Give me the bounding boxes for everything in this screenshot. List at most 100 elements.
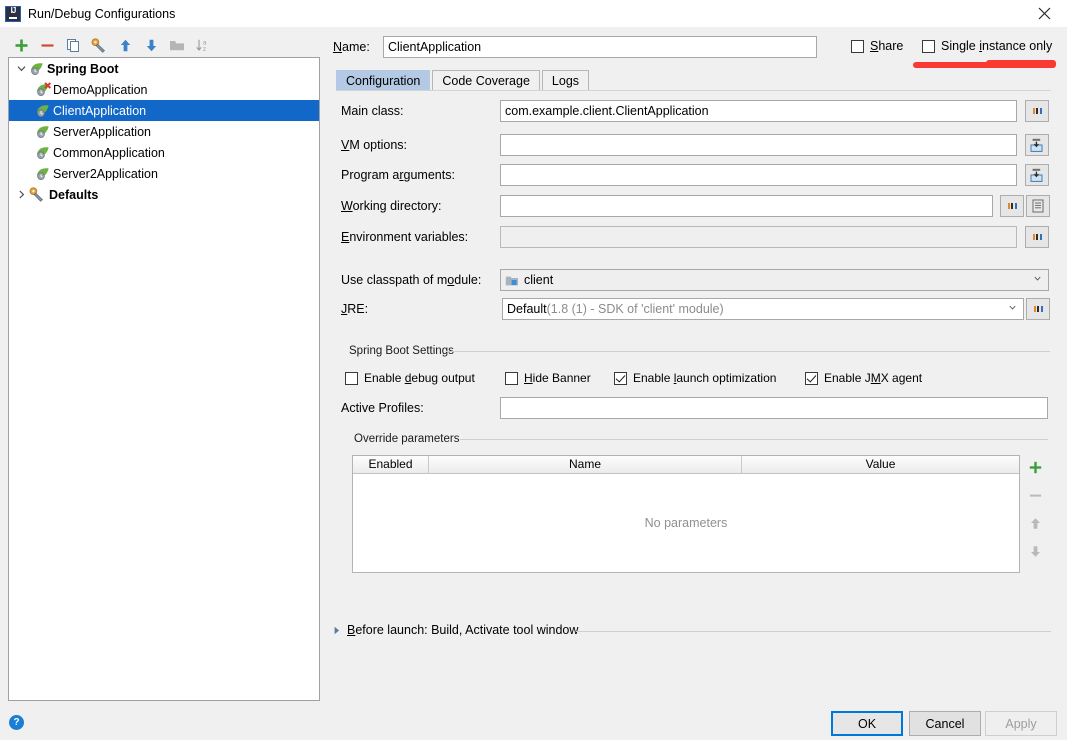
jre-value: Default bbox=[507, 302, 547, 316]
move-down-button[interactable] bbox=[138, 33, 164, 57]
copy-icon bbox=[66, 38, 79, 52]
tab-code-coverage[interactable]: Code Coverage bbox=[432, 70, 540, 91]
tree-node-defaults[interactable]: Defaults bbox=[9, 184, 319, 205]
tree-node-spring-boot[interactable]: Spring Boot bbox=[9, 58, 319, 79]
name-label: Name: bbox=[333, 40, 370, 54]
remove-configuration-button[interactable] bbox=[34, 33, 60, 57]
before-launch-label: Before launch: Build, Activate tool wind… bbox=[347, 623, 579, 637]
hide-banner-checkbox[interactable] bbox=[505, 371, 518, 385]
active-profiles-label: Active Profiles: bbox=[341, 401, 424, 415]
ellipsis-icon bbox=[1033, 306, 1043, 312]
create-folder-button[interactable] bbox=[164, 33, 190, 57]
jre-combobox[interactable]: Default (1.8 (1) - SDK of 'client' modul… bbox=[502, 298, 1024, 320]
working-directory-label-row: Working directory: bbox=[341, 195, 442, 217]
working-directory-input[interactable] bbox=[500, 195, 993, 217]
main-class-input[interactable] bbox=[500, 100, 1017, 122]
main-class-browse-button[interactable] bbox=[1025, 100, 1049, 122]
enable-debug-output-row[interactable]: Enable debug output bbox=[345, 371, 475, 385]
spring-boot-icon bbox=[35, 145, 52, 161]
vm-options-expand-button[interactable] bbox=[1025, 134, 1049, 156]
vm-options-label-row: VM options: bbox=[341, 134, 407, 156]
share-checkbox-row[interactable]: Share bbox=[851, 39, 903, 53]
environment-variables-browse-button[interactable] bbox=[1025, 226, 1049, 248]
ellipsis-icon bbox=[1032, 108, 1042, 114]
tab-logs[interactable]: Logs bbox=[541, 70, 590, 91]
document-icon bbox=[1032, 199, 1044, 213]
spring-boot-error-icon bbox=[35, 81, 52, 98]
classpath-module-combobox[interactable]: client bbox=[500, 269, 1049, 291]
working-directory-browse-button[interactable] bbox=[1000, 195, 1024, 217]
working-directory-macros-button[interactable] bbox=[1026, 195, 1050, 217]
copy-configuration-button[interactable] bbox=[60, 33, 86, 57]
jre-label: JRE: bbox=[341, 302, 369, 316]
title-bar: Run/Debug Configurations bbox=[0, 0, 1067, 27]
spring-boot-icon bbox=[29, 61, 46, 77]
column-header-value[interactable]: Value bbox=[742, 456, 1019, 473]
close-button[interactable] bbox=[1021, 0, 1067, 27]
enable-jmx-agent-row[interactable]: Enable JMX agent bbox=[805, 371, 922, 385]
add-parameter-button[interactable] bbox=[1024, 458, 1046, 476]
enable-jmx-agent-checkbox[interactable] bbox=[805, 371, 818, 385]
tree-node-clientapplication[interactable]: ClientApplication bbox=[9, 100, 319, 121]
program-arguments-input[interactable] bbox=[500, 164, 1017, 186]
ok-button[interactable]: OK bbox=[831, 711, 903, 736]
move-parameter-down-button[interactable] bbox=[1024, 542, 1046, 560]
spring-boot-icon bbox=[35, 103, 52, 119]
chevron-right-icon[interactable] bbox=[333, 626, 341, 635]
environment-variables-label-row: Environment variables: bbox=[341, 226, 468, 248]
add-configuration-button[interactable] bbox=[8, 33, 34, 57]
environment-variables-input[interactable] bbox=[500, 226, 1017, 248]
override-parameters-table[interactable]: Enabled Name Value No parameters bbox=[352, 455, 1020, 573]
tree-node-serverapplication[interactable]: ServerApplication bbox=[9, 121, 319, 142]
jre-browse-button[interactable] bbox=[1026, 298, 1050, 320]
share-checkbox[interactable] bbox=[851, 39, 864, 53]
tree-node-demoapplication[interactable]: DemoApplication bbox=[9, 79, 319, 100]
expand-editor-icon bbox=[1030, 168, 1043, 182]
move-parameter-up-button[interactable] bbox=[1024, 514, 1046, 532]
program-arguments-label-row: Program arguments: bbox=[341, 164, 455, 186]
tree-node-commonapplication[interactable]: CommonApplication bbox=[9, 142, 319, 163]
help-button[interactable]: ? bbox=[9, 715, 24, 730]
move-up-button[interactable] bbox=[112, 33, 138, 57]
configurations-toolbar: a z bbox=[8, 32, 318, 58]
enable-launch-optimization-row[interactable]: Enable launch optimization bbox=[614, 371, 776, 385]
configurations-tree[interactable]: Spring Boot DemoApplication ClientApplic… bbox=[8, 57, 320, 701]
column-header-enabled[interactable]: Enabled bbox=[353, 456, 429, 473]
sort-configurations-button[interactable]: a z bbox=[190, 33, 216, 57]
tab-configuration[interactable]: Configuration bbox=[336, 70, 431, 91]
before-launch-row[interactable]: Before launch: Build, Activate tool wind… bbox=[333, 623, 578, 637]
apply-button[interactable]: Apply bbox=[985, 711, 1057, 736]
tree-node-server2application[interactable]: Server2Application bbox=[9, 163, 319, 184]
spring-boot-settings-title: Spring Boot Settings bbox=[349, 345, 459, 357]
tree-node-label: DemoApplication bbox=[53, 82, 148, 97]
enable-launch-optimization-label: Enable launch optimization bbox=[633, 371, 777, 385]
edit-templates-button[interactable] bbox=[86, 33, 112, 57]
single-instance-checkbox[interactable] bbox=[922, 39, 935, 53]
vm-options-input[interactable] bbox=[500, 134, 1017, 156]
remove-parameter-button[interactable] bbox=[1024, 486, 1046, 504]
tree-node-label: ServerApplication bbox=[53, 124, 151, 139]
active-profiles-input[interactable] bbox=[500, 397, 1048, 419]
program-arguments-label: Program arguments: bbox=[341, 168, 455, 182]
chevron-down-icon[interactable] bbox=[13, 61, 29, 77]
tree-node-label: CommonApplication bbox=[53, 145, 165, 160]
hide-banner-row[interactable]: Hide Banner bbox=[505, 371, 591, 385]
single-instance-checkbox-row[interactable]: Single instance only bbox=[922, 39, 1052, 53]
spring-boot-settings-divider bbox=[446, 351, 1050, 352]
name-input[interactable] bbox=[383, 36, 817, 58]
single-instance-label: Single instance only bbox=[941, 39, 1053, 53]
jre-label-row: JRE: bbox=[341, 298, 368, 320]
program-arguments-expand-button[interactable] bbox=[1025, 164, 1049, 186]
column-header-name[interactable]: Name bbox=[429, 456, 742, 473]
tree-node-label: Spring Boot bbox=[47, 61, 119, 76]
override-parameters-actions bbox=[1022, 455, 1048, 573]
tree-node-label: Defaults bbox=[49, 187, 99, 202]
cancel-button[interactable]: Cancel bbox=[909, 711, 981, 736]
module-icon bbox=[505, 274, 519, 287]
enable-debug-output-checkbox[interactable] bbox=[345, 371, 358, 385]
run-debug-configurations-dialog: Run/Debug Configurations bbox=[0, 0, 1067, 740]
sort-alpha-icon: a z bbox=[196, 39, 207, 53]
chevron-right-icon[interactable] bbox=[13, 187, 29, 203]
enable-launch-optimization-checkbox[interactable] bbox=[614, 371, 627, 385]
before-launch-divider bbox=[576, 631, 1051, 632]
